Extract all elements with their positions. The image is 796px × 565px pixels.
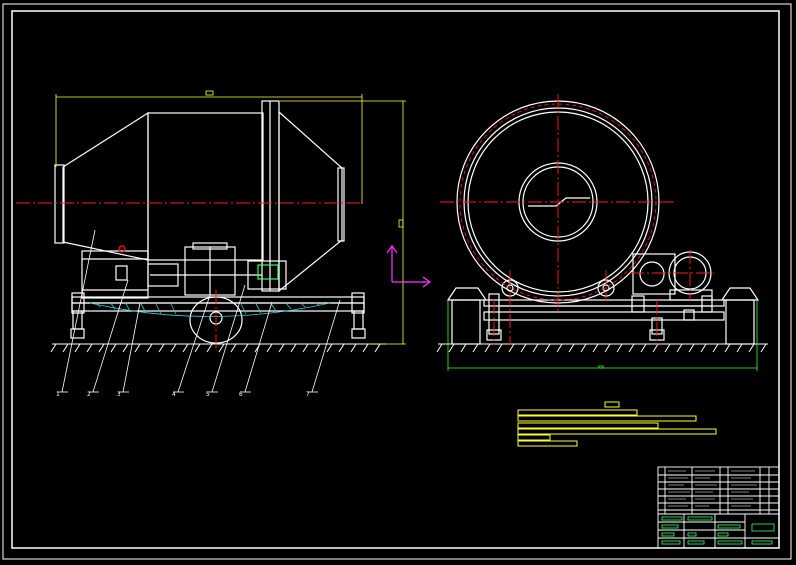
- notes-line-5: [517, 434, 551, 441]
- end-right-jack: [701, 295, 713, 313]
- side-centerlines: [16, 202, 362, 350]
- end-frame-top-beam: [483, 299, 725, 307]
- side-ground-line: [50, 343, 386, 353]
- leader-label-7: 7: [306, 391, 310, 398]
- cad-drawing-canvas: 1 2 3 4 5 6 7: [2, 3, 792, 560]
- leader-label-3: 3: [117, 391, 121, 398]
- side-dimensions: [55, 90, 406, 345]
- leader-label-2: 2: [87, 391, 91, 398]
- drum-front-cone: [62, 111, 149, 261]
- end-left-support-post: [451, 299, 481, 345]
- right-jack-leg: [353, 310, 364, 330]
- end-left-support: [446, 287, 488, 301]
- drum-rear-cone: [278, 110, 343, 293]
- leader-label-4: 4: [172, 391, 176, 398]
- notes-line-3: [517, 422, 659, 429]
- right-jack-foot: [351, 328, 366, 339]
- notes-line-4: [517, 428, 717, 435]
- leader-label-6: 6: [239, 391, 243, 398]
- side-hatch-area: [89, 301, 331, 317]
- notes-heading-bar: [604, 401, 620, 408]
- end-right-support-post: [725, 299, 755, 345]
- end-centerlines: [440, 94, 714, 345]
- chassis-beam-lower: [71, 302, 365, 312]
- leader-label-5: 5: [206, 391, 210, 398]
- left-jack-leg: [72, 310, 83, 330]
- ucs-axis-icon: [386, 244, 432, 288]
- end-elevation-view: [446, 100, 760, 345]
- end-bracket-a: [631, 295, 645, 313]
- notes-line-1: [517, 409, 638, 416]
- end-ground-line: [436, 343, 768, 353]
- title-block-green-fields: [661, 516, 775, 545]
- drum-body: [147, 112, 264, 261]
- end-right-support: [720, 287, 760, 301]
- technical-notes: [517, 401, 717, 447]
- title-block-details: [668, 470, 757, 507]
- pinion-highlight: [257, 264, 279, 280]
- notes-line-2: [517, 415, 697, 422]
- motor-terminal-box: [115, 265, 128, 281]
- end-motor-pulley: [639, 261, 665, 287]
- end-motor-base: [669, 289, 713, 301]
- side-elevation-view: [54, 100, 366, 344]
- notes-line-6: [517, 440, 578, 447]
- end-frame-mid-beam: [483, 311, 725, 321]
- leader-label-1: 1: [56, 391, 60, 398]
- drum-rear-cap: [337, 167, 345, 242]
